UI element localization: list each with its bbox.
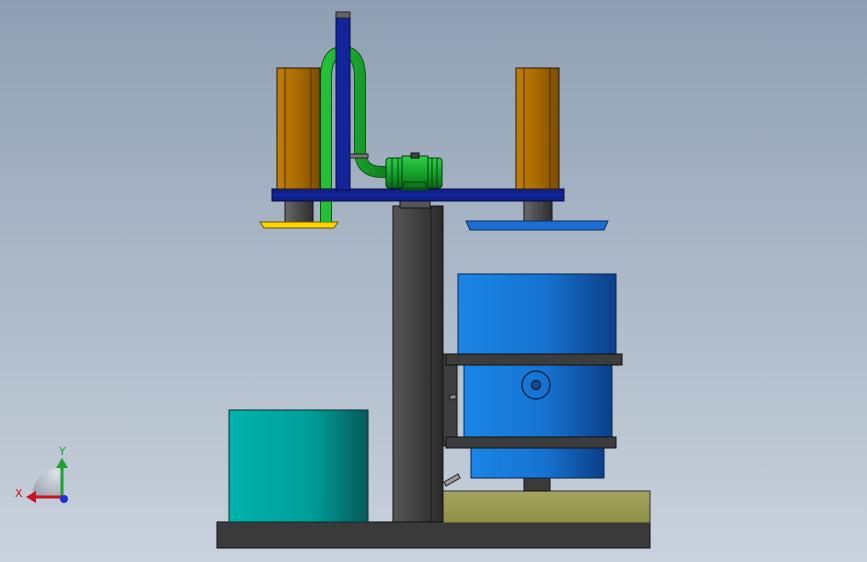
base-plate[interactable] xyxy=(216,521,651,549)
right-orange-box[interactable] xyxy=(515,67,560,190)
top-frame-platform[interactable] xyxy=(271,188,565,202)
right-disc-blue[interactable] xyxy=(465,199,609,231)
olive-base-block[interactable] xyxy=(442,490,651,524)
model-canvas: Y X xyxy=(15,11,651,549)
x-axis-label: X xyxy=(15,487,23,500)
left-orange-box[interactable] xyxy=(276,67,321,190)
main-column[interactable] xyxy=(392,199,444,523)
blue-tank[interactable] xyxy=(445,273,623,479)
green-motor[interactable] xyxy=(385,152,443,191)
x-axis-arrowhead xyxy=(26,491,36,503)
z-axis-dot xyxy=(60,495,68,503)
y-axis-arrowhead xyxy=(56,458,68,468)
cad-viewport[interactable]: Y X xyxy=(0,0,867,562)
teal-tank[interactable] xyxy=(228,409,369,523)
coordinate-triad[interactable]: Y X xyxy=(15,445,68,503)
tank-bracket xyxy=(442,353,461,487)
y-axis-label: Y xyxy=(58,445,66,458)
